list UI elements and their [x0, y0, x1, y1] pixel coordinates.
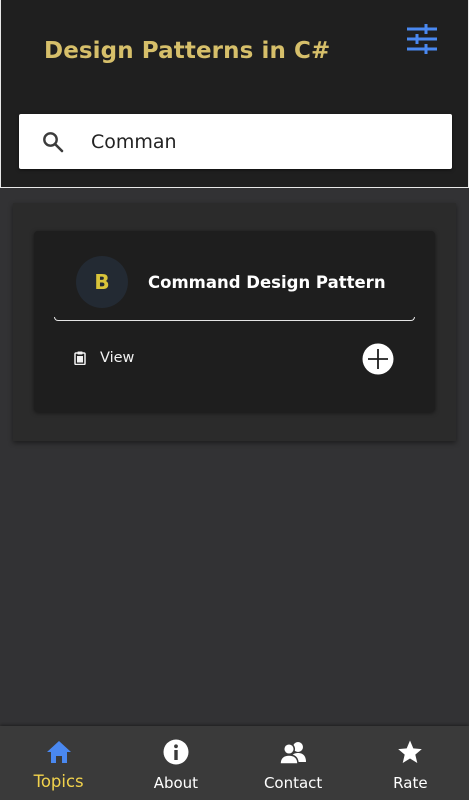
pattern-card[interactable]: B Command Design Pattern View: [34, 231, 435, 412]
avatar: B: [76, 256, 128, 308]
tune-icon: [407, 24, 437, 54]
nav-item-rate[interactable]: Rate: [352, 726, 469, 800]
results-panel: B Command Design Pattern View: [13, 203, 456, 441]
info-icon: [163, 739, 189, 765]
nav-label-contact: Contact: [263, 774, 323, 792]
clipboard-icon: [74, 351, 86, 365]
nav-label-about: About: [153, 774, 199, 792]
search-bar[interactable]: [19, 114, 452, 169]
nav-item-about[interactable]: About: [117, 726, 234, 800]
app-screen: Design Patterns in C# Comman B Command D…: [0, 0, 469, 800]
nav-item-topics[interactable]: Topics: [0, 726, 117, 800]
card-divider: [54, 317, 415, 321]
filter-button[interactable]: [404, 22, 440, 56]
view-label: View: [100, 350, 135, 366]
contacts-icon: [279, 742, 307, 765]
nav-label-rate: Rate: [393, 774, 428, 792]
view-button[interactable]: View: [74, 347, 134, 369]
add-circle-icon: [362, 343, 394, 375]
search-input[interactable]: [89, 114, 439, 169]
search-icon: [43, 132, 64, 153]
add-button[interactable]: [362, 343, 394, 375]
star-icon: [398, 740, 423, 763]
bottom-navigation: Topics About Contact Rate: [0, 726, 469, 800]
app-header: Design Patterns in C#: [0, 0, 469, 188]
nav-label-topics: Topics: [33, 772, 84, 791]
app-title: Design Patterns in C#: [44, 38, 331, 64]
home-icon: [46, 741, 71, 763]
nav-item-contact[interactable]: Contact: [235, 726, 352, 800]
pattern-title[interactable]: Command Design Pattern: [148, 273, 386, 292]
